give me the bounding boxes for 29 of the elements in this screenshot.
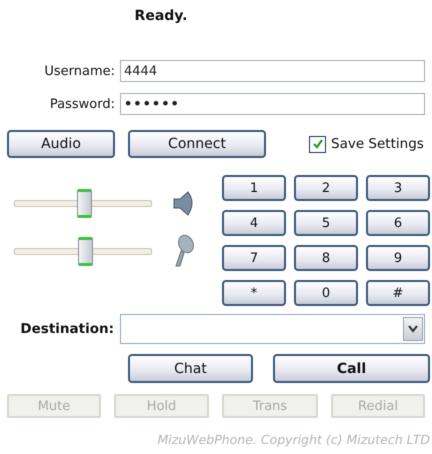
call-button[interactable]: Call bbox=[273, 354, 430, 383]
username-label: Username: bbox=[43, 64, 116, 78]
destination-label: Destination: bbox=[19, 321, 115, 337]
keypad-key[interactable]: 8 bbox=[294, 245, 358, 271]
audio-button[interactable]: Audio bbox=[7, 130, 115, 158]
volume-slider[interactable] bbox=[14, 188, 152, 218]
keypad-key[interactable]: # bbox=[366, 280, 430, 306]
keypad-key[interactable]: 7 bbox=[222, 245, 286, 271]
status-text: Ready. bbox=[134, 8, 188, 26]
microphone-slider[interactable] bbox=[14, 236, 152, 266]
keypad-key[interactable]: 1 bbox=[222, 175, 286, 201]
copyright-text: MizuWebPhone. Copyright (c) Mizutech LTD bbox=[157, 432, 430, 447]
keypad-key[interactable]: 3 bbox=[366, 175, 430, 201]
keypad-key[interactable]: 0 bbox=[294, 280, 358, 306]
password-field[interactable]: •••••• bbox=[120, 93, 425, 115]
keypad-key[interactable]: * bbox=[222, 280, 286, 306]
keypad-key[interactable]: 5 bbox=[294, 210, 358, 236]
slider-thumb[interactable] bbox=[76, 188, 92, 218]
connect-button[interactable]: Connect bbox=[128, 130, 266, 158]
save-settings-checkbox[interactable] bbox=[309, 136, 326, 152]
keypad-key[interactable]: 6 bbox=[366, 210, 430, 236]
keypad-key[interactable]: 9 bbox=[366, 245, 430, 271]
save-settings-label: Save Settings bbox=[331, 136, 424, 152]
password-label: Password: bbox=[48, 96, 116, 112]
username-field[interactable]: 4444 bbox=[120, 60, 425, 82]
keypad-key[interactable]: 2 bbox=[294, 175, 358, 201]
chat-button[interactable]: Chat bbox=[128, 354, 253, 383]
slider-thumb[interactable] bbox=[78, 236, 94, 266]
keypad-key[interactable]: 4 bbox=[222, 210, 286, 236]
